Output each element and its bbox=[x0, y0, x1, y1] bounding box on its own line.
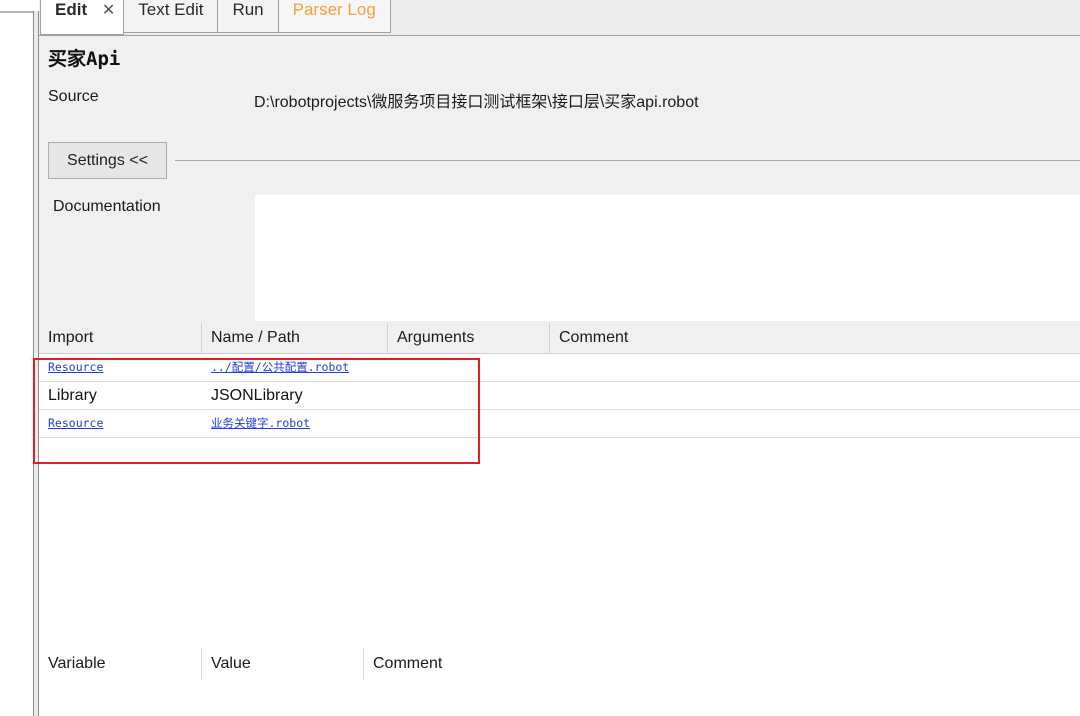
table-row[interactable]: Resource 业务关键字.robot bbox=[39, 410, 1080, 438]
import-type-link[interactable]: Resource bbox=[39, 354, 103, 381]
column-header-comment[interactable]: Comment bbox=[364, 648, 1080, 680]
tab-parser-log[interactable]: Parser Log bbox=[277, 0, 391, 33]
settings-toggle-button[interactable]: Settings << bbox=[48, 142, 167, 179]
page-title: 买家Api bbox=[48, 48, 121, 70]
column-header-variable[interactable]: Variable bbox=[39, 648, 202, 680]
source-path: D:\robotprojects\微服务项目接口测试框架\接口层\买家api.r… bbox=[254, 94, 699, 111]
import-path-link[interactable]: ../配置/公共配置.robot bbox=[202, 354, 349, 381]
tab-run-label: Run bbox=[232, 0, 264, 19]
import-table-header: Import Name / Path Arguments Comment bbox=[39, 323, 1080, 354]
import-type[interactable]: Library bbox=[39, 382, 97, 409]
documentation-label: Documentation bbox=[53, 198, 161, 215]
column-header-arguments[interactable]: Arguments bbox=[388, 323, 550, 353]
import-path-link[interactable]: 业务关键字.robot bbox=[202, 410, 310, 437]
table-row[interactable]: Resource ../配置/公共配置.robot bbox=[39, 354, 1080, 382]
import-type-link[interactable]: Resource bbox=[39, 410, 103, 437]
editor-window: Edit ✕ Text Edit Run Parser Log 买家Api So… bbox=[0, 0, 1080, 716]
tab-run[interactable]: Run bbox=[217, 0, 279, 33]
tab-edit[interactable]: Edit ✕ bbox=[40, 0, 125, 35]
column-header-import[interactable]: Import bbox=[39, 323, 202, 353]
variable-table-header: Variable Value Comment bbox=[39, 648, 1080, 680]
import-name[interactable]: JSONLibrary bbox=[202, 382, 303, 409]
tab-parser-log-label: Parser Log bbox=[292, 0, 376, 19]
close-icon[interactable]: ✕ bbox=[102, 0, 115, 31]
settings-divider bbox=[175, 160, 1080, 161]
column-header-value[interactable]: Value bbox=[202, 648, 364, 680]
tab-text-edit-label: Text Edit bbox=[138, 0, 204, 19]
column-header-name-path[interactable]: Name / Path bbox=[202, 323, 388, 353]
editor-tabs: Edit ✕ Text Edit Run Parser Log bbox=[40, 0, 391, 35]
table-row[interactable]: Library JSONLibrary bbox=[39, 382, 1080, 410]
suite-editor: 买家Api Source D:\robotprojects\微服务项目接口测试框… bbox=[39, 36, 1080, 716]
documentation-field[interactable] bbox=[255, 195, 1080, 321]
source-label: Source bbox=[48, 88, 99, 105]
tab-text-edit[interactable]: Text Edit bbox=[123, 0, 219, 33]
tab-edit-label: Edit bbox=[55, 0, 88, 19]
left-splitter-stub bbox=[0, 11, 33, 13]
column-header-comment[interactable]: Comment bbox=[550, 323, 1080, 353]
